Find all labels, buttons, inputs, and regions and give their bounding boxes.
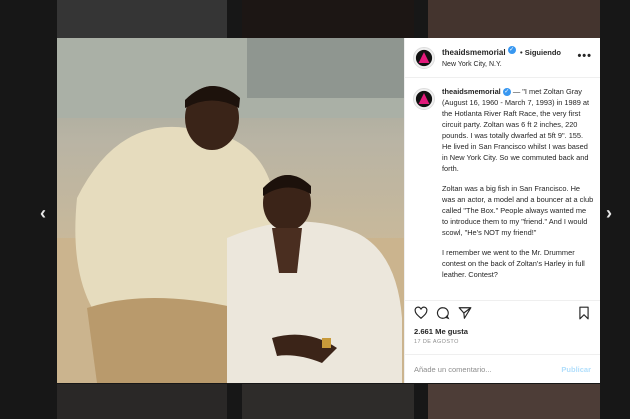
caption-paragraph: — "I met Zoltan Gray (August 16, 1960 - … <box>442 87 590 173</box>
post-photo-image <box>57 38 404 383</box>
publish-button[interactable]: Publicar <box>561 365 591 374</box>
bookmark-icon[interactable] <box>577 306 591 320</box>
heart-icon[interactable] <box>414 306 428 320</box>
caption-username-link[interactable]: theaidsmemorial <box>442 87 501 96</box>
caption-paragraph: I remember we went to the Mr. Drummer co… <box>442 248 585 279</box>
post-date[interactable]: 17 DE AGOSTO <box>414 339 459 345</box>
location-link[interactable]: New York City, N.Y. <box>442 59 561 71</box>
following-button[interactable]: Siguiendo <box>525 48 561 57</box>
aids-memorial-logo-icon <box>415 49 433 66</box>
post-modal: theaidsmemorial ✓ • Siguiendo New York Ci… <box>57 38 600 383</box>
avatar[interactable] <box>413 88 435 110</box>
comment-bar: Publicar <box>405 354 600 383</box>
verified-badge-icon: ✓ <box>507 46 516 55</box>
comment-input[interactable] <box>414 364 562 374</box>
next-post-arrow[interactable]: › <box>606 203 612 224</box>
caption-paragraph: Zoltan was a big fish in San Francisco. … <box>442 184 594 237</box>
comment-icon[interactable] <box>436 306 450 320</box>
more-options-button[interactable]: ••• <box>577 50 592 62</box>
aids-memorial-logo-icon <box>415 90 433 108</box>
post-photo[interactable] <box>57 38 404 383</box>
post-header: theaidsmemorial ✓ • Siguiendo New York Ci… <box>405 38 600 78</box>
post-side-panel: theaidsmemorial ✓ • Siguiendo New York Ci… <box>404 38 600 383</box>
action-bar <box>405 300 600 327</box>
verified-badge-icon: ✓ <box>502 88 511 97</box>
username-link[interactable]: theaidsmemorial <box>442 48 506 57</box>
share-icon[interactable] <box>458 306 472 320</box>
previous-post-arrow[interactable]: ‹ <box>40 203 46 224</box>
likes-count[interactable]: 2.661 Me gusta <box>414 327 468 336</box>
avatar[interactable] <box>413 46 435 69</box>
caption-text: theaidsmemorial ✓ — "I met Zoltan Gray (A… <box>442 86 594 289</box>
